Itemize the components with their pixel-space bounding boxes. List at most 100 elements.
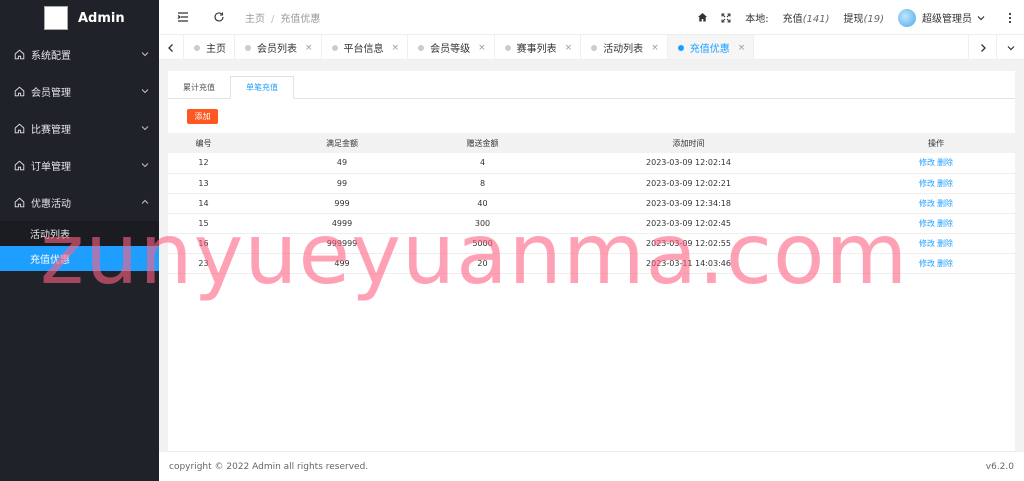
logo-image — [44, 6, 68, 30]
subtab[interactable]: 累计充值 — [168, 76, 230, 98]
page-tab[interactable]: 平台信息 × — [322, 35, 409, 59]
page-tabs-bar: 主页 会员列表 × 平台信息 × 会员等级 × 赛事列表 × 活动列表 × 充值优惠 × — [159, 35, 1024, 60]
add-button[interactable]: 添加 — [187, 109, 218, 124]
edit-link[interactable]: 修改 — [919, 199, 935, 208]
page-tab[interactable]: 会员列表 × — [235, 35, 322, 59]
cell-id: 23 — [168, 253, 239, 274]
cell-actions: 修改 删除 — [857, 173, 1015, 194]
sidebar-item-label: 订单管理 — [31, 162, 71, 173]
app-title: Admin — [78, 10, 125, 26]
fullscreen-icon[interactable] — [714, 6, 738, 30]
cell-bonus: 20 — [445, 253, 520, 274]
withdraw-count: (19) — [863, 14, 884, 25]
chevron-up-icon — [141, 199, 149, 204]
column-header: 添加时间 — [520, 133, 857, 153]
withdraw-label: 提现 — [843, 14, 864, 25]
table-row: 14 999 40 2023-03-09 12:34:18 修改 删除 — [168, 193, 1015, 214]
chevron-down-icon — [141, 52, 149, 57]
cell-time: 2023-03-09 12:02:21 — [520, 173, 857, 194]
table-row: 15 4999 300 2023-03-09 12:02:45 修改 删除 — [168, 213, 1015, 234]
page-tab[interactable]: 活动列表 × — [581, 35, 668, 59]
menu-toggle-icon[interactable] — [171, 5, 195, 29]
tab-label: 充值优惠 — [689, 44, 730, 55]
sidebar-item[interactable]: 系统配置 — [0, 36, 159, 73]
close-icon[interactable]: × — [651, 43, 659, 53]
close-icon[interactable]: × — [738, 43, 746, 53]
breadcrumb-separator: / — [271, 13, 275, 25]
tabs-menu-button[interactable] — [996, 35, 1024, 60]
sidebar-item-label: 优惠活动 — [31, 199, 71, 210]
footer: copyright © 2022 Admin all rights reserv… — [159, 451, 1024, 481]
recharge-link[interactable]: 充值(141) — [783, 10, 830, 25]
chevron-down-icon — [1007, 45, 1014, 50]
close-icon[interactable]: × — [392, 43, 400, 53]
edit-link[interactable]: 修改 — [919, 158, 935, 167]
main-content: 累计充值 单笔充值 添加 编号 满足金额 赠送金额 添加时间 操作 12 49 4 2023-0… — [159, 61, 1024, 451]
chevron-right-icon — [980, 43, 986, 52]
tab-label: 会员列表 — [257, 44, 297, 55]
home-icon — [13, 86, 25, 98]
subtab[interactable]: 单笔充值 — [230, 76, 294, 99]
cell-min: 999999 — [239, 233, 445, 254]
logo[interactable]: Admin — [0, 0, 159, 36]
close-icon[interactable]: × — [478, 43, 486, 53]
tab-status-dot — [194, 44, 200, 51]
withdraw-link[interactable]: 提现(19) — [843, 10, 884, 25]
close-icon[interactable]: × — [565, 43, 573, 53]
header-right: 本地: 充值(141) 提现(19) 超级管理员 — [690, 0, 1024, 35]
sidebar-item-label: 系统配置 — [31, 51, 71, 62]
sidebar-item[interactable]: 比赛管理 — [0, 110, 159, 147]
edit-link[interactable]: 修改 — [919, 179, 935, 188]
more-vertical-icon[interactable] — [998, 6, 1022, 30]
tabs-scroll-left-button[interactable] — [159, 35, 184, 60]
tab-label: 平台信息 — [343, 44, 384, 55]
delete-link[interactable]: 删除 — [937, 259, 953, 268]
cell-actions: 修改 删除 — [857, 153, 1015, 174]
breadcrumb-current: 充值优惠 — [280, 13, 321, 25]
column-header: 赠送金额 — [445, 133, 520, 153]
delete-link[interactable]: 删除 — [937, 179, 953, 188]
home-icon — [13, 123, 25, 135]
tab-status-dot — [331, 44, 338, 51]
delete-link[interactable]: 删除 — [937, 239, 953, 248]
cell-time: 2023-03-09 12:02:14 — [520, 153, 857, 174]
sidebar-item[interactable]: 订单管理 — [0, 147, 159, 184]
table-header-row: 编号 满足金额 赠送金额 添加时间 操作 — [168, 133, 1015, 153]
tab-label: 会员等级 — [430, 44, 471, 55]
cell-time: 2023-03-11 14:03:46 — [520, 253, 857, 274]
tabs-scroll-right-button[interactable] — [968, 35, 996, 60]
page-tab[interactable]: 主页 — [184, 35, 235, 59]
cell-bonus: 4 — [445, 153, 520, 174]
delete-link[interactable]: 删除 — [937, 199, 953, 208]
edit-link[interactable]: 修改 — [919, 259, 935, 268]
page-tab[interactable]: 充值优惠 × — [667, 35, 755, 59]
sidebar-item[interactable]: 会员管理 — [0, 73, 159, 110]
home-icon[interactable] — [690, 6, 714, 30]
cell-actions: 修改 删除 — [857, 213, 1015, 234]
delete-link[interactable]: 删除 — [937, 219, 953, 228]
version-text: v6.2.0 — [985, 461, 1014, 472]
delete-link[interactable]: 删除 — [937, 158, 953, 167]
sidebar-subitem[interactable]: 充值优惠 — [0, 246, 159, 271]
close-icon[interactable]: × — [305, 43, 313, 53]
cell-bonus: 300 — [445, 213, 520, 234]
sidebar-subitem[interactable]: 活动列表 — [0, 221, 159, 246]
cell-id: 16 — [168, 233, 239, 254]
content-card: 累计充值 单笔充值 添加 编号 满足金额 赠送金额 添加时间 操作 12 49 4 2023-0… — [168, 71, 1015, 451]
user-menu[interactable]: 超级管理员 — [898, 8, 986, 27]
edit-link[interactable]: 修改 — [919, 239, 935, 248]
page-tab[interactable]: 会员等级 × — [408, 35, 495, 59]
edit-link[interactable]: 修改 — [919, 219, 935, 228]
sidebar-item[interactable]: 优惠活动 — [0, 184, 159, 221]
refresh-icon[interactable] — [207, 5, 231, 29]
breadcrumb-home[interactable]: 主页 — [245, 14, 265, 25]
page-tab[interactable]: 赛事列表 × — [495, 35, 582, 59]
cell-id: 12 — [168, 153, 239, 174]
sidebar-item-label: 比赛管理 — [31, 125, 71, 136]
cell-id: 14 — [168, 193, 239, 214]
table-row: 16 999999 5000 2023-03-09 12:02:55 修改 删除 — [168, 233, 1015, 254]
cell-id: 13 — [168, 173, 239, 194]
recharge-count: (141) — [802, 14, 830, 25]
cell-min: 499 — [239, 253, 445, 274]
home-icon — [13, 49, 25, 61]
